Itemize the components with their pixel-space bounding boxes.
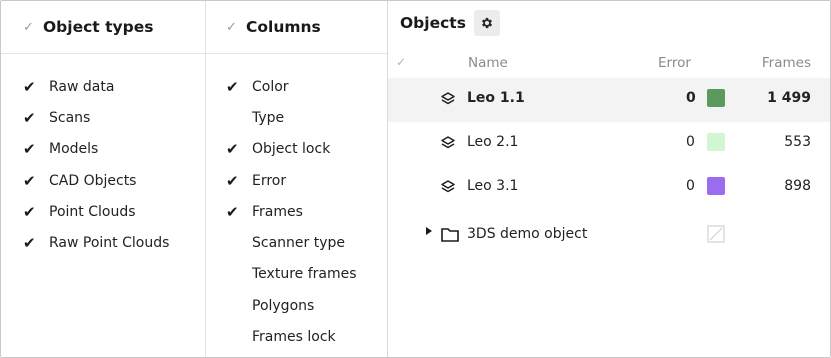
- option-label: Models: [49, 141, 99, 158]
- check-icon: ✔: [226, 202, 239, 221]
- folder-name: 3DS demo object: [467, 226, 588, 242]
- window-frame: ✓ Object types ✔ Raw data ✔ Scans ✔ Models ✔ CA…: [0, 0, 831, 358]
- columns-option[interactable]: ✔ Error: [206, 165, 387, 196]
- check-icon: ✔: [23, 234, 36, 253]
- option-label: Frames lock: [252, 329, 336, 346]
- check-icon: ✔: [23, 171, 36, 190]
- object-error: 0: [686, 90, 696, 106]
- object-frames: 553: [784, 134, 811, 150]
- object-types-header[interactable]: ✓ Object types: [1, 1, 205, 54]
- color-swatch[interactable]: [707, 177, 725, 195]
- columns-option[interactable]: ✔ Color: [206, 71, 387, 102]
- name-column-header[interactable]: Name: [468, 55, 508, 71]
- check-icon: ✔: [23, 77, 36, 96]
- object-error: 0: [686, 178, 695, 194]
- table-row[interactable]: Leo 3.1 0 898: [388, 166, 830, 210]
- object-types-title: Object types: [43, 18, 154, 36]
- columns-option[interactable]: Frames lock: [206, 321, 387, 352]
- frames-column-header[interactable]: Frames: [762, 55, 811, 71]
- option-label: Raw Point Clouds: [49, 235, 170, 252]
- option-label: CAD Objects: [49, 172, 137, 189]
- check-icon: ✔: [226, 77, 239, 96]
- option-label: Type: [252, 109, 285, 126]
- layers-icon: [441, 136, 455, 149]
- option-label: Error: [252, 172, 287, 189]
- object-types-option[interactable]: ✔ Point Clouds: [1, 196, 205, 227]
- option-label: Frames: [252, 203, 303, 220]
- columns-option[interactable]: ✔ Frames: [206, 196, 387, 227]
- object-types-list: ✔ Raw data ✔ Scans ✔ Models ✔ CAD Objects ✔ Point…: [1, 71, 205, 259]
- object-error: 0: [686, 134, 695, 150]
- object-frames: 1 499: [767, 90, 811, 106]
- object-types-option[interactable]: ✔ Scans: [1, 102, 205, 133]
- check-icon: ✔: [23, 108, 36, 127]
- objects-header: Objects: [400, 9, 500, 37]
- object-types-option[interactable]: ✔ Models: [1, 134, 205, 165]
- columns-header[interactable]: ✓ Columns: [206, 1, 387, 54]
- columns-option[interactable]: Scanner type: [206, 227, 387, 258]
- object-name: Leo 2.1: [467, 134, 519, 150]
- table-row[interactable]: Leo 2.1 0 553: [388, 122, 830, 166]
- gear-icon: [481, 17, 492, 29]
- check-icon: ✔: [23, 140, 36, 159]
- folder-row[interactable]: 3DS demo object: [388, 221, 830, 249]
- columns-list: ✔ Color Type ✔ Object lock ✔ Error ✔ Frames Scann…: [206, 71, 387, 353]
- option-label: Object lock: [252, 141, 331, 158]
- object-frames: 898: [784, 178, 811, 194]
- option-label: Point Clouds: [49, 203, 136, 220]
- columns-option[interactable]: ✔ Object lock: [206, 134, 387, 165]
- check-icon: ✔: [23, 202, 36, 221]
- color-swatch[interactable]: [707, 133, 725, 151]
- columns-option[interactable]: Polygons: [206, 290, 387, 321]
- option-label: Raw data: [49, 78, 115, 95]
- columns-option[interactable]: Texture frames: [206, 259, 387, 290]
- option-label: Scanner type: [252, 235, 346, 252]
- table-header: ✓ Name Error Frames: [388, 51, 830, 77]
- layers-icon: [441, 92, 455, 105]
- option-label: Scans: [49, 109, 91, 126]
- folder-icon: [441, 228, 459, 242]
- option-label: Polygons: [252, 297, 315, 314]
- error-column-header[interactable]: Error: [658, 55, 691, 71]
- check-icon: ✔: [226, 171, 239, 190]
- objects-panel: Objects ✓ Name Error Frames Leo 1.1 0 1 49…: [387, 1, 830, 357]
- object-types-panel: ✓ Object types ✔ Raw data ✔ Scans ✔ Models ✔ CA…: [1, 1, 205, 357]
- columns-panel: ✓ Columns ✔ Color Type ✔ Object lock ✔ Error ✔ F…: [205, 1, 387, 357]
- object-types-option[interactable]: ✔ Raw data: [1, 71, 205, 102]
- no-color-icon: [707, 225, 725, 243]
- color-swatch[interactable]: [707, 89, 725, 107]
- objects-title: Objects: [400, 14, 466, 32]
- columns-title: Columns: [246, 18, 321, 36]
- select-all-check-icon[interactable]: ✓: [396, 55, 406, 69]
- layers-icon: [441, 180, 455, 193]
- table-row[interactable]: Leo 1.1 0 1 499: [388, 78, 830, 122]
- expand-caret-icon[interactable]: [426, 227, 432, 235]
- settings-button[interactable]: [473, 10, 500, 36]
- object-types-option[interactable]: ✔ Raw Point Clouds: [1, 227, 205, 258]
- object-name: Leo 1.1: [467, 90, 525, 106]
- option-label: Color: [252, 78, 289, 95]
- check-icon: ✓: [226, 19, 237, 35]
- columns-option[interactable]: Type: [206, 102, 387, 133]
- object-name: Leo 3.1: [467, 178, 519, 194]
- option-label: Texture frames: [252, 266, 357, 283]
- check-icon: ✓: [23, 19, 34, 35]
- check-icon: ✔: [226, 140, 239, 159]
- object-types-option[interactable]: ✔ CAD Objects: [1, 165, 205, 196]
